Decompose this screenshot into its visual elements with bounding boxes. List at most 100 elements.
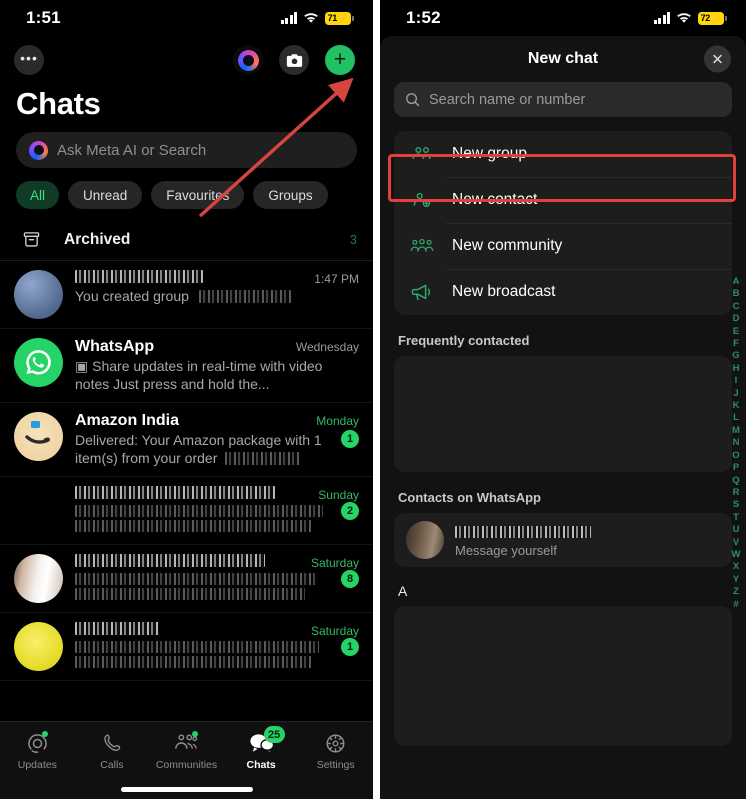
- alpha-index-letter[interactable]: Y: [733, 574, 739, 586]
- chat-snippet: You created group: [75, 288, 359, 306]
- filter-chip-all[interactable]: All: [16, 181, 60, 209]
- alpha-index-letter[interactable]: W: [732, 549, 741, 561]
- avatar: [14, 270, 63, 319]
- updates-icon: [26, 730, 49, 756]
- alpha-index-letter[interactable]: G: [732, 350, 739, 362]
- alpha-index-letter[interactable]: Z: [733, 586, 739, 598]
- action-new-community[interactable]: New community: [394, 223, 732, 269]
- alpha-index-letter[interactable]: S: [733, 499, 739, 511]
- alpha-index-letter[interactable]: B: [733, 288, 740, 300]
- alpha-index-letter[interactable]: C: [733, 301, 740, 313]
- alpha-index-letter[interactable]: T: [733, 512, 739, 524]
- wifi-icon: [676, 12, 692, 24]
- alpha-index-letter[interactable]: D: [733, 313, 740, 325]
- chat-snippet: ▣ Share updates in real-time with video …: [75, 358, 323, 392]
- battery-percent: 72: [700, 13, 711, 23]
- chat-snippet: Delivered: Your Amazon package with 1 it…: [75, 432, 322, 466]
- unread-badge: 2: [341, 502, 359, 520]
- alpha-index-letter[interactable]: X: [733, 561, 739, 573]
- alpha-index-letter[interactable]: Q: [732, 475, 739, 487]
- tab-updates[interactable]: Updates: [0, 730, 75, 771]
- more-options-button[interactable]: •••: [14, 45, 44, 75]
- tab-settings[interactable]: Settings: [298, 730, 373, 771]
- tab-calls[interactable]: Calls: [75, 730, 150, 771]
- contacts-letter-a-list[interactable]: [394, 606, 732, 746]
- status-bar-right: 1:52 72 ⚡: [380, 0, 746, 36]
- avatar: [14, 486, 63, 535]
- alpha-index-letter[interactable]: K: [733, 400, 740, 412]
- meta-ai-button[interactable]: [233, 45, 263, 75]
- alpha-index-letter[interactable]: H: [733, 363, 740, 375]
- avatar: [406, 521, 444, 559]
- contact-search-placeholder: Search name or number: [429, 91, 586, 108]
- chat-snippet-redacted: [75, 656, 311, 668]
- chat-list-item[interactable]: Saturday 8: [0, 545, 373, 613]
- tab-label-calls: Calls: [100, 759, 124, 771]
- contact-search-input[interactable]: Search name or number: [394, 82, 732, 117]
- chat-name-redacted: [75, 622, 159, 635]
- alpha-index-letter[interactable]: N: [733, 437, 740, 449]
- alpha-index-letter[interactable]: P: [733, 462, 739, 474]
- alpha-index-letter[interactable]: F: [733, 338, 739, 350]
- alpha-index-letter[interactable]: M: [732, 425, 740, 437]
- phone-icon: [101, 730, 123, 756]
- tab-label-updates: Updates: [17, 759, 57, 771]
- action-new-broadcast[interactable]: New broadcast: [394, 269, 732, 315]
- chat-timestamp: 1:47 PM: [314, 272, 359, 286]
- filter-chip-favourites[interactable]: Favourites: [151, 181, 245, 209]
- search-input[interactable]: Ask Meta AI or Search: [16, 132, 357, 168]
- chat-snippet-redacted: [75, 573, 317, 585]
- filter-chip-unread[interactable]: Unread: [68, 181, 143, 209]
- alpha-index-letter[interactable]: L: [733, 412, 739, 424]
- avatar: [14, 622, 63, 671]
- chat-timestamp: Monday: [316, 414, 359, 428]
- chat-list-item[interactable]: Sunday 2: [0, 477, 373, 545]
- alpha-index-letter[interactable]: U: [733, 524, 740, 536]
- new-chat-button[interactable]: +: [325, 45, 355, 75]
- close-icon[interactable]: ✕: [704, 45, 731, 73]
- alpha-index-letter[interactable]: A: [733, 276, 740, 288]
- whatsapp-logo-icon: [26, 350, 51, 375]
- alpha-index-letter[interactable]: I: [735, 375, 738, 387]
- archived-count: 3: [350, 232, 357, 247]
- tab-chats[interactable]: 25 Chats: [224, 726, 299, 771]
- chat-list-item[interactable]: Saturday 1: [0, 613, 373, 681]
- chat-list-item[interactable]: 1:47 PM You created group: [0, 261, 373, 329]
- bottom-tab-bar: Updates Calls Communities 25 Chats Setti…: [0, 721, 373, 799]
- phone-screen-chats: 1:51 71 ⚡ ••• + Chats Ask Meta AI or Sea…: [0, 0, 373, 799]
- sheet-title: New chat: [527, 50, 599, 67]
- charging-bolt-icon: ⚡: [710, 12, 722, 23]
- contact-list-item-self[interactable]: Message yourself: [394, 513, 732, 567]
- archive-box-icon: [16, 231, 46, 248]
- chat-name: Amazon India: [75, 412, 180, 429]
- alphabet-index[interactable]: A B C D E F G H I J K L M N O P Q R S T: [728, 276, 744, 611]
- highlight-box-new-group: [388, 154, 736, 202]
- frequently-contacted-list[interactable]: [394, 356, 732, 472]
- battery-indicator: 71 ⚡: [325, 11, 354, 25]
- chat-name: WhatsApp: [75, 338, 155, 355]
- avatar: [14, 412, 63, 461]
- filter-chip-groups[interactable]: Groups: [253, 181, 328, 209]
- chat-list-item[interactable]: WhatsApp Wednesday ▣ Share updates in re…: [0, 329, 373, 403]
- alpha-index-letter[interactable]: R: [733, 487, 740, 499]
- alpha-index-letter[interactable]: J: [733, 388, 738, 400]
- camera-icon: [286, 53, 302, 67]
- charging-bolt-icon: ⚡: [337, 12, 349, 23]
- chat-list-item[interactable]: Amazon India Monday Delivered: Your Amaz…: [0, 403, 373, 477]
- chat-snippet-redacted: [75, 505, 323, 517]
- tab-communities[interactable]: Communities: [149, 730, 224, 771]
- archived-label: Archived: [64, 230, 131, 248]
- status-bar-left: 1:51 71 ⚡: [0, 0, 373, 36]
- alpha-index-letter[interactable]: #: [733, 599, 738, 611]
- archived-row[interactable]: Archived 3: [0, 219, 373, 261]
- alpha-index-letter[interactable]: V: [733, 537, 739, 549]
- avatar: [14, 554, 63, 603]
- camera-button[interactable]: [279, 45, 309, 75]
- avatar: [14, 338, 63, 387]
- updates-notification-dot: [41, 731, 48, 737]
- chat-meta: 1: [341, 430, 359, 448]
- tab-label-settings: Settings: [316, 759, 355, 771]
- alpha-index-letter[interactable]: E: [733, 326, 739, 338]
- status-time: 1:51: [26, 8, 61, 27]
- alpha-index-letter[interactable]: O: [732, 450, 739, 462]
